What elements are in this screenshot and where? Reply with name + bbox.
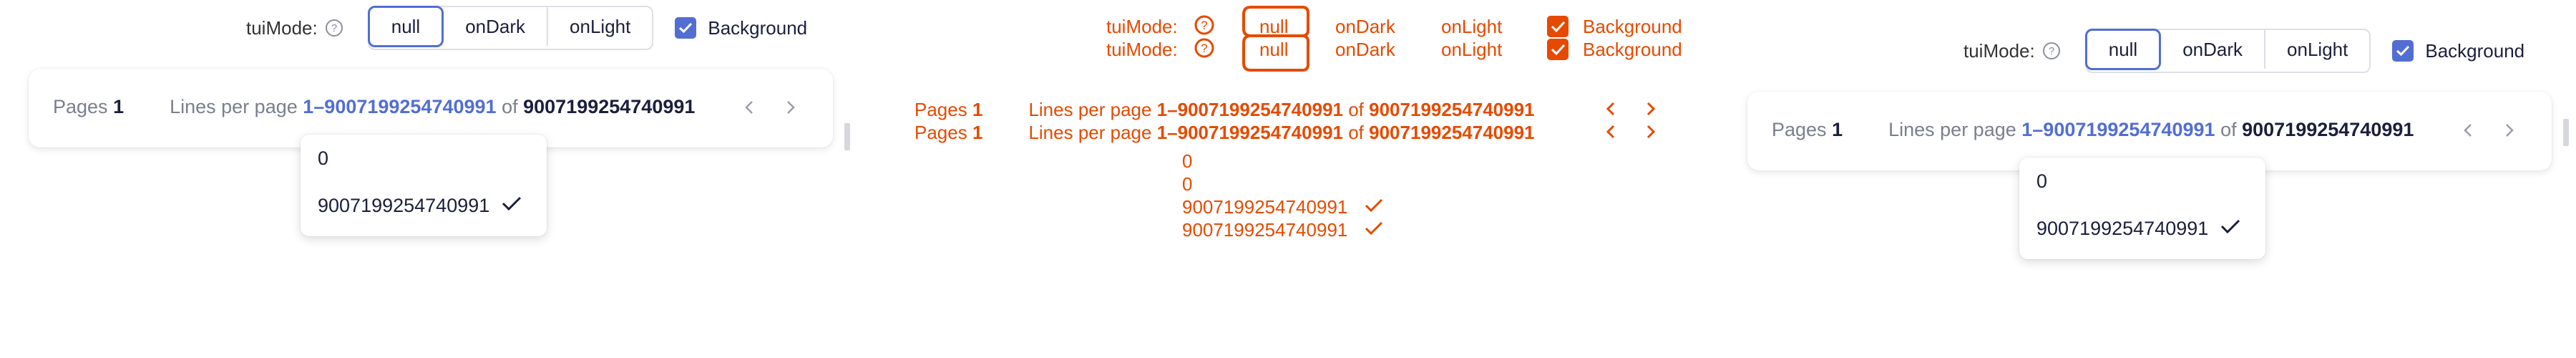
pages-label: Pages — [1772, 119, 1827, 140]
lines-range-selector[interactable]: 1–9007199254740991 — [303, 96, 496, 118]
total-count: 9007199254740991 — [2242, 119, 2414, 140]
diff-mode-null-1: null — [1259, 16, 1289, 37]
help-icon[interactable]: ? — [325, 19, 343, 37]
checkbox-checked-icon[interactable] — [2392, 40, 2414, 62]
of-label: of — [502, 96, 518, 117]
chevron-right-icon[interactable] — [781, 99, 799, 116]
dropdown-option-0[interactable]: 0 — [318, 147, 328, 170]
chevron-right-icon[interactable] — [2500, 122, 2517, 139]
diff-pagination-row-1: Pages 1 Lines per page 1–9007199254740991… — [914, 99, 1535, 120]
check-icon — [502, 196, 522, 211]
mode-button-null[interactable]: null — [367, 6, 444, 47]
pages-value[interactable]: 1 — [1832, 119, 1843, 141]
pagination-row: Pages 1 Lines per page 1–900719925474099… — [1772, 119, 2414, 141]
diff-option-0-2: 0 — [1182, 173, 1193, 195]
diff-option-max-2: 9007199254740991 — [1182, 219, 1348, 241]
dropdown-option-0[interactable]: 0 — [2036, 170, 2047, 193]
panel-diff: tuiMode: tuiMode: ? ? null null onDark o… — [859, 0, 1717, 358]
svg-text:?: ? — [1201, 19, 1207, 32]
checkbox-checked-icon[interactable] — [675, 17, 697, 39]
svg-text:?: ? — [2049, 45, 2054, 57]
diff-mode-ondark-2: onDark — [1335, 39, 1395, 60]
diff-chevron-right-icon-2 — [1646, 125, 1656, 139]
lines-per-page-label: Lines per page — [1888, 119, 2016, 140]
resize-handle[interactable] — [2563, 119, 2569, 146]
mode-button-onlight[interactable]: onLight — [548, 7, 652, 46]
lines-range-selector[interactable]: 1–9007199254740991 — [2021, 119, 2215, 141]
check-icon — [2220, 219, 2240, 234]
panel-expected: tuiMode: ? null onDark onLight Backgroun… — [0, 0, 859, 358]
diff-checkbox-icon-1 — [1547, 16, 1568, 37]
diff-background-label-1: Background — [1583, 16, 1682, 37]
diff-help-icon-1: ? — [1194, 15, 1214, 35]
diff-mode-ondark-1: onDark — [1335, 16, 1395, 37]
diff-mode-label-2: tuiMode: — [1106, 39, 1178, 60]
mode-button-onlight[interactable]: onLight — [2265, 30, 2369, 69]
mode-segmented-control: null onDark onLight — [2084, 29, 2371, 73]
diff-background-label-2: Background — [1583, 39, 1682, 60]
mode-toolbar: tuiMode: ? null onDark onLight Backgroun… — [246, 6, 807, 50]
diff-check-icon-1 — [1365, 198, 1383, 213]
diff-mode-null-2: null — [1259, 39, 1289, 60]
mode-toolbar: tuiMode: ? null onDark onLight Backgroun… — [1963, 29, 2524, 73]
chevron-left-icon[interactable] — [741, 99, 758, 116]
dropdown-option-max[interactable]: 9007199254740991 — [318, 195, 489, 217]
diff-mode-label-1: tuiMode: — [1106, 16, 1178, 37]
diff-option-0-1: 0 — [1182, 150, 1193, 172]
svg-text:?: ? — [1201, 42, 1207, 55]
diff-chevron-left-icon-2 — [1606, 125, 1615, 139]
diff-check-icon-2 — [1365, 221, 1383, 236]
background-label: Background — [708, 16, 808, 39]
panel-actual: tuiMode: ? null onDark onLight Backgroun… — [1717, 0, 2576, 358]
lines-per-page-label: Lines per page — [170, 96, 298, 117]
lines-dropdown: 0 9007199254740991 — [301, 135, 547, 236]
mode-label: tuiMode: — [246, 16, 318, 39]
of-label: of — [2220, 119, 2237, 140]
diff-chevron-left-icon-1 — [1606, 102, 1615, 116]
diff-pagination-row-2: Pages 1 Lines per page 1–9007199254740991… — [914, 122, 1535, 143]
svg-text:?: ? — [331, 22, 337, 34]
dropdown-option-max[interactable]: 9007199254740991 — [2036, 218, 2208, 240]
total-count: 9007199254740991 — [523, 96, 696, 117]
diff-checkbox-icon-2 — [1547, 39, 1568, 60]
background-toggle[interactable]: Background — [675, 17, 807, 39]
mode-segmented-control: null onDark onLight — [367, 6, 654, 50]
chevron-left-icon[interactable] — [2460, 122, 2477, 139]
background-toggle[interactable]: Background — [2392, 40, 2524, 62]
pages-value[interactable]: 1 — [113, 96, 124, 118]
pagination-row: Pages 1 Lines per page 1–900719925474099… — [53, 96, 695, 118]
diff-chevron-right-icon-1 — [1646, 102, 1656, 116]
mode-label: tuiMode: — [1963, 39, 2035, 62]
pages-label: Pages — [53, 96, 108, 117]
lines-dropdown: 0 9007199254740991 — [2019, 158, 2265, 259]
diff-option-max-1: 9007199254740991 — [1182, 196, 1348, 218]
mode-button-ondark[interactable]: onDark — [2161, 30, 2266, 69]
background-label: Background — [2425, 39, 2525, 62]
diff-mode-onlight-2: onLight — [1441, 39, 1503, 60]
diff-mode-onlight-1: onLight — [1441, 16, 1503, 37]
diff-help-icon-2: ? — [1194, 38, 1214, 58]
help-icon[interactable]: ? — [2042, 42, 2061, 60]
resize-handle[interactable] — [844, 123, 850, 150]
mode-button-ondark[interactable]: onDark — [444, 7, 549, 46]
mode-button-null[interactable]: null — [2084, 29, 2162, 70]
